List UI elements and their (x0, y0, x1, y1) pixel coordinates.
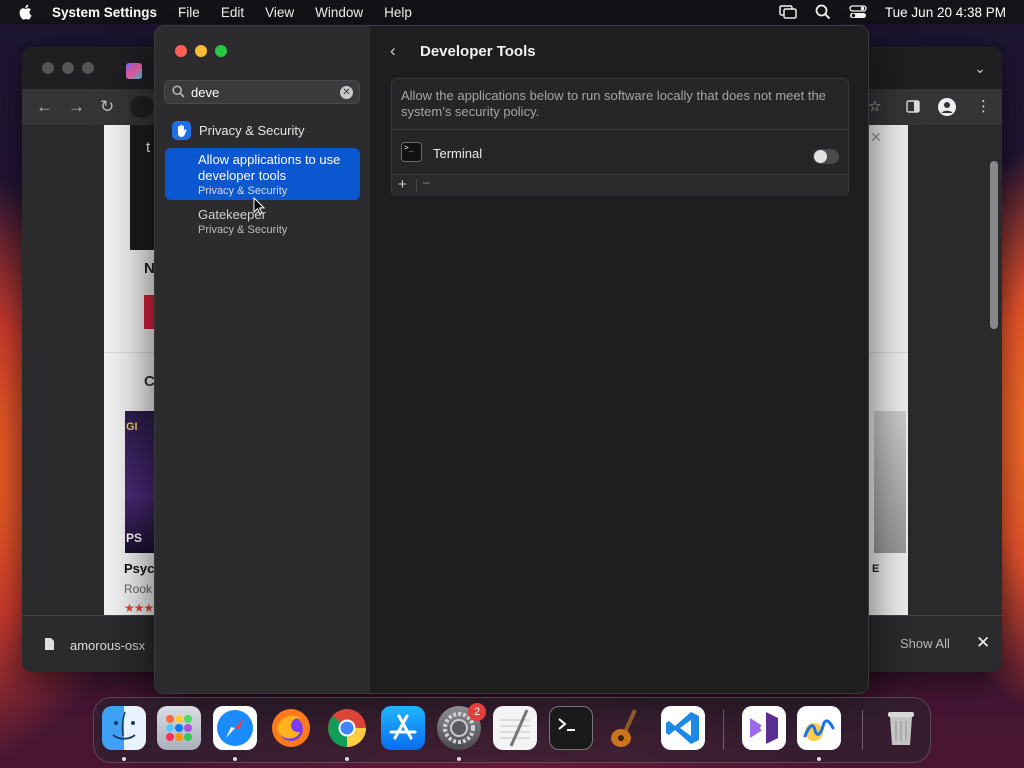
menu-view[interactable]: View (265, 5, 294, 20)
browser-close-dot[interactable] (42, 62, 54, 74)
add-remove-bar: + − (392, 174, 848, 196)
system-settings-running-dot (457, 757, 461, 761)
dock (93, 697, 931, 763)
browser-back-icon[interactable]: ← (36, 97, 53, 117)
clear-search-icon[interactable]: ✕ (340, 86, 353, 99)
browser-forward-icon[interactable]: → (68, 97, 85, 117)
trash-icon[interactable] (879, 706, 923, 750)
result-title: Allow applications to use developer tool… (198, 152, 341, 183)
finder-icon[interactable] (102, 706, 146, 750)
chrome-running-dot (345, 757, 349, 761)
search-input[interactable] (191, 83, 331, 101)
minimize-window-button[interactable] (195, 45, 207, 57)
page-close-icon[interactable]: ✕ (870, 129, 882, 146)
book-cover-title-top: GI (126, 421, 138, 433)
close-download-bar-icon[interactable]: ✕ (976, 633, 990, 653)
side-panel-icon[interactable] (906, 100, 920, 113)
remove-app-button[interactable]: − (422, 175, 431, 192)
menu-window[interactable]: Window (315, 5, 363, 20)
bookmark-star-icon[interactable]: ☆ (868, 97, 881, 115)
sidebar-category-privacy-security[interactable]: Privacy & Security (172, 121, 304, 140)
settings-search-field[interactable]: ✕ (164, 80, 360, 104)
firefox-icon[interactable] (269, 706, 313, 750)
instruments-guitar-icon[interactable] (605, 706, 649, 750)
tab-favicon-icon[interactable] (126, 63, 142, 79)
close-window-button[interactable] (175, 45, 187, 57)
result-subtitle: Privacy & Security (198, 224, 288, 236)
add-remove-separator (416, 179, 417, 192)
menu-bar: System Settings File Edit View Window He… (0, 0, 1024, 24)
terminal-app-icon: >_ (401, 142, 422, 162)
hand-raised-icon (172, 121, 191, 140)
toggle-knob (814, 150, 827, 163)
right-book-label: E (872, 563, 880, 575)
app-name-terminal: Terminal (433, 146, 483, 161)
safari-icon[interactable] (213, 706, 257, 750)
right-book-cover-image[interactable] (874, 411, 906, 553)
tab-list-chevron-icon[interactable]: ⌄ (974, 60, 986, 77)
settings-notification-badge: 2 (468, 703, 486, 721)
mouse-pointer-icon (253, 197, 265, 215)
settings-content-pane: ‹ Developer Tools Allow the applications… (370, 26, 868, 693)
app-store-icon[interactable] (381, 706, 425, 750)
zoom-window-button[interactable] (215, 45, 227, 57)
chrome-icon[interactable] (325, 706, 369, 750)
launchpad-icon[interactable] (157, 706, 201, 750)
menu-edit[interactable]: Edit (221, 5, 244, 20)
menu-help[interactable]: Help (384, 5, 412, 20)
category-label: Privacy & Security (199, 123, 305, 138)
search-icon (172, 85, 185, 98)
browser-window-controls (42, 62, 94, 74)
safari-running-dot (233, 757, 237, 761)
page-title: Developer Tools (420, 43, 536, 60)
page-dark-heading: t (146, 139, 151, 156)
address-bar[interactable] (130, 96, 154, 118)
control-center-icon[interactable] (849, 5, 867, 19)
browser-reload-icon[interactable]: ↻ (100, 97, 114, 117)
freeform-running-dot (817, 757, 821, 761)
download-file-name[interactable]: amorous-osx (70, 638, 145, 653)
visual-studio-icon[interactable] (742, 706, 786, 750)
apple-menu-icon[interactable] (18, 4, 32, 20)
back-chevron-icon[interactable]: ‹ (390, 41, 396, 61)
app-row-terminal[interactable]: >_ Terminal (392, 130, 848, 174)
screen-mirroring-icon[interactable] (779, 5, 797, 19)
terminal-dock-icon[interactable] (549, 706, 593, 750)
book-author: Rook (124, 582, 153, 596)
browser-scrollbar[interactable] (990, 161, 998, 329)
window-controls (175, 45, 227, 57)
dock-separator (723, 710, 724, 750)
textedit-icon[interactable] (493, 706, 537, 750)
show-all-downloads-button[interactable]: Show All (900, 636, 950, 651)
add-app-button[interactable]: + (398, 176, 407, 193)
vscode-icon[interactable] (661, 706, 705, 750)
menu-file[interactable]: File (178, 5, 200, 20)
developer-tools-panel: Allow the applications below to run soft… (391, 78, 849, 196)
book-rating-stars: ★★★ (124, 601, 154, 615)
book-cover-title-bottom: PS (126, 531, 143, 545)
browser-zoom-dot[interactable] (82, 62, 94, 74)
browser-menu-icon[interactable]: ⋮ (976, 97, 991, 115)
profile-avatar-icon[interactable] (938, 98, 956, 116)
dock-separator (862, 710, 863, 750)
finder-running-dot (122, 757, 126, 761)
system-settings-window: ✕ Privacy & Security Allow applications … (154, 25, 869, 694)
developer-tools-description: Allow the applications below to run soft… (401, 88, 826, 119)
menu-app-name[interactable]: System Settings (52, 5, 157, 20)
book-title[interactable]: Psyc (124, 561, 154, 576)
freeform-icon[interactable] (797, 706, 841, 750)
settings-sidebar: ✕ Privacy & Security Allow applications … (155, 26, 371, 693)
browser-minimize-dot[interactable] (62, 62, 74, 74)
menu-clock[interactable]: Tue Jun 20 4:38 PM (885, 5, 1006, 20)
result-title: Gatekeeper (198, 207, 266, 222)
terminal-toggle-switch[interactable] (813, 149, 839, 164)
download-file-icon (45, 638, 54, 650)
search-result-developer-tools[interactable]: Allow applications to use developer tool… (165, 148, 360, 200)
spotlight-search-icon[interactable] (815, 4, 831, 20)
result-subtitle: Privacy & Security (198, 185, 288, 197)
